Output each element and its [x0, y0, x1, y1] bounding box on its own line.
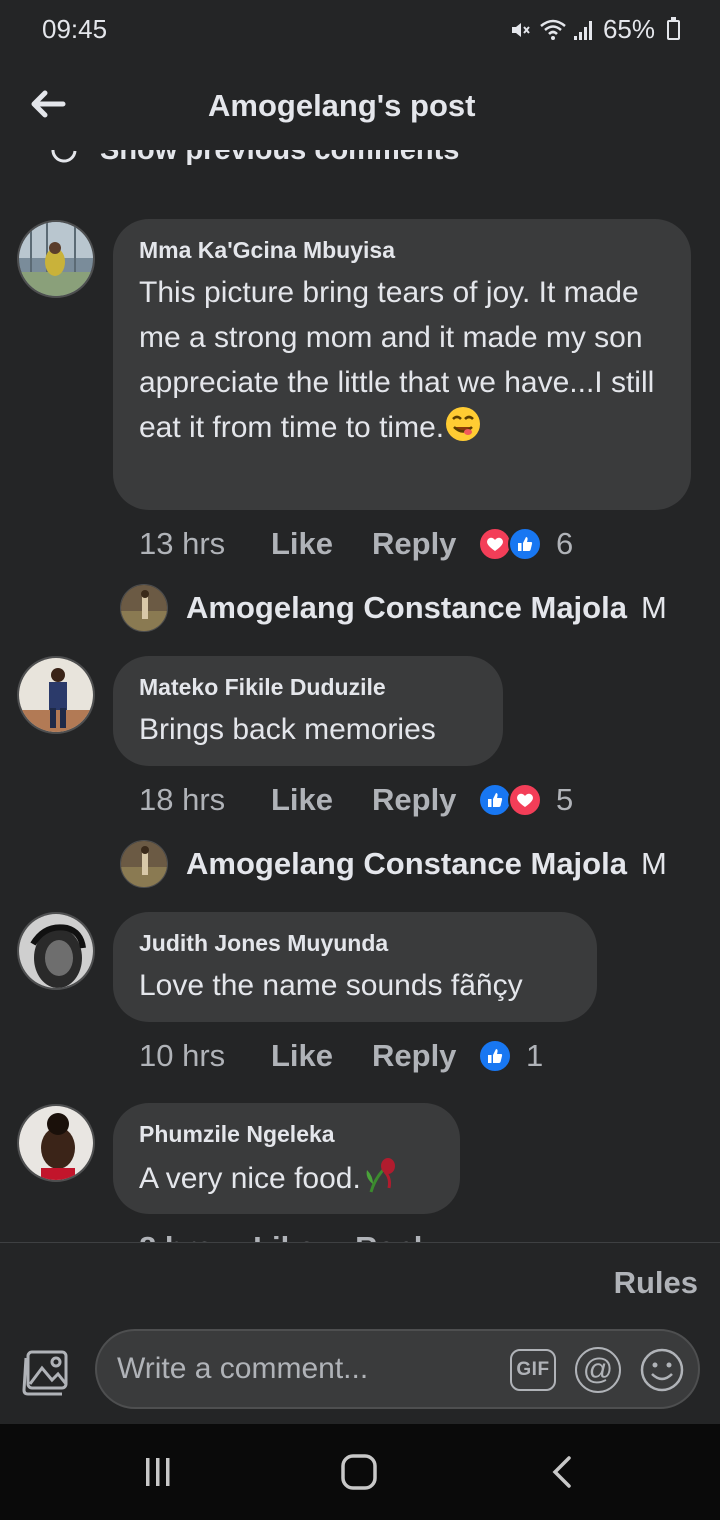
photo-gallery-icon [22, 1350, 68, 1396]
back-arrow-icon [31, 90, 66, 118]
reply-avatar [120, 584, 168, 632]
reply-snippet: M [640, 846, 667, 881]
comment-author[interactable]: Mateko Fikile Duduzile [139, 674, 477, 701]
reply-snippet: M [640, 590, 667, 625]
view-reply[interactable]: Amogelang Constance Majola M [120, 840, 720, 888]
like-reaction-icon [478, 783, 512, 817]
status-bar: 09:45 65% [0, 0, 720, 60]
comment-input[interactable] [117, 1345, 497, 1393]
comment-actions-partial: 8 hrs Like Reply [139, 1224, 440, 1242]
comment-time: 18 hrs [139, 782, 226, 817]
reactions[interactable]: 6 [478, 526, 573, 562]
chevron-left-icon [552, 1456, 571, 1488]
status-right: 65% [509, 14, 680, 45]
like-reaction-icon [508, 527, 542, 561]
reply-author: Amogelang Constance Majola [186, 590, 627, 625]
rules-link[interactable]: Rules [614, 1265, 698, 1301]
mention-button[interactable]: @ [575, 1347, 621, 1393]
wilted-rose-emoji-icon [361, 1154, 399, 1207]
recent-apps-icon [146, 1458, 170, 1486]
reaction-count: 6 [556, 526, 574, 561]
view-reply[interactable]: Amogelang Constance Majola M [120, 584, 720, 632]
comment-author[interactable]: Phumzile Ngeleka [139, 1121, 434, 1148]
comment-bubble[interactable]: Phumzile Ngeleka A very nice food. [113, 1103, 460, 1214]
avatar[interactable] [17, 220, 95, 298]
gif-button[interactable]: GIF [510, 1349, 556, 1391]
avatar-photo [19, 658, 93, 732]
comment-text-body: This picture bring tears of joy. It made… [139, 276, 655, 444]
system-nav-bar [0, 1424, 720, 1520]
battery-percent: 65% [602, 14, 655, 44]
status-time: 09:45 [42, 14, 108, 44]
comment-bubble[interactable]: Mateko Fikile Duduzile Brings back memor… [113, 656, 503, 766]
reply-button[interactable]: Reply [355, 1230, 439, 1242]
reply-avatar [120, 840, 168, 888]
photo-button[interactable] [22, 1344, 74, 1396]
mute-icon [511, 22, 530, 37]
avatar-photo [19, 222, 93, 296]
comment-time: 13 hrs [139, 526, 226, 561]
signal-icon [573, 20, 592, 40]
back-button[interactable] [26, 82, 70, 126]
smiley-icon [640, 1348, 684, 1392]
avatar[interactable] [17, 656, 95, 734]
avatar-photo [19, 1106, 93, 1180]
reply-button[interactable]: Reply [372, 526, 478, 562]
comment-text: Love the name sounds fãñçy [139, 969, 523, 1002]
comment-composer-panel: Rules GIF @ [0, 1242, 720, 1424]
reaction-count: 5 [556, 782, 574, 817]
battery-icon [667, 16, 680, 40]
like-button[interactable]: Like [271, 782, 372, 818]
comment-author[interactable]: Judith Jones Muyunda [139, 930, 571, 957]
like-button[interactable]: Like [271, 526, 372, 562]
reaction-count: 1 [526, 1038, 544, 1073]
like-reaction-icon [478, 1039, 512, 1073]
comment-time: 8 hrs [139, 1230, 213, 1242]
reply-button[interactable]: Reply [372, 782, 478, 818]
emoji-button[interactable] [639, 1347, 685, 1393]
reactions[interactable]: 5 [478, 782, 573, 818]
comment-actions: 10 hrs Like Reply 1 [139, 1038, 543, 1074]
comment-actions: 13 hrs Like Reply 6 [139, 526, 573, 562]
avatar[interactable] [17, 1104, 95, 1182]
like-button[interactable]: Like [271, 1038, 372, 1074]
system-back-button[interactable] [538, 1448, 586, 1496]
comment-bubble[interactable]: Mma Ka'Gcina Mbuyisa This picture bring … [113, 219, 691, 510]
header: Amogelang's post [0, 60, 720, 150]
comment-actions: 18 hrs Like Reply 5 [139, 782, 573, 818]
page-title: Amogelang's post [208, 88, 476, 123]
status-icons [509, 18, 595, 42]
comment-author[interactable]: Mma Ka'Gcina Mbuyisa [139, 237, 665, 264]
wifi-icon [540, 19, 566, 40]
reply-author: Amogelang Constance Majola [186, 846, 627, 881]
home-button[interactable] [335, 1448, 383, 1496]
reactions[interactable]: 1 [478, 1038, 543, 1074]
comment-bubble[interactable]: Judith Jones Muyunda Love the name sound… [113, 912, 597, 1022]
comment-time: 10 hrs [139, 1038, 226, 1073]
avatar[interactable] [17, 912, 95, 990]
reply-button[interactable]: Reply [372, 1038, 478, 1074]
love-reaction-icon [508, 783, 542, 817]
yum-face-emoji-icon [444, 405, 482, 456]
comment-text-body: A very nice food. [139, 1162, 361, 1195]
comment-input-box[interactable]: GIF @ [95, 1329, 700, 1409]
avatar-photo [19, 914, 93, 988]
comment-text: A very nice food. [139, 1154, 434, 1207]
recent-apps-button[interactable] [134, 1448, 182, 1496]
comment-text: This picture bring tears of joy. It made… [139, 270, 665, 456]
love-reaction-icon [478, 527, 512, 561]
comment-text: Brings back memories [139, 713, 436, 746]
like-button[interactable]: Like [253, 1230, 315, 1242]
home-icon [341, 1454, 377, 1490]
